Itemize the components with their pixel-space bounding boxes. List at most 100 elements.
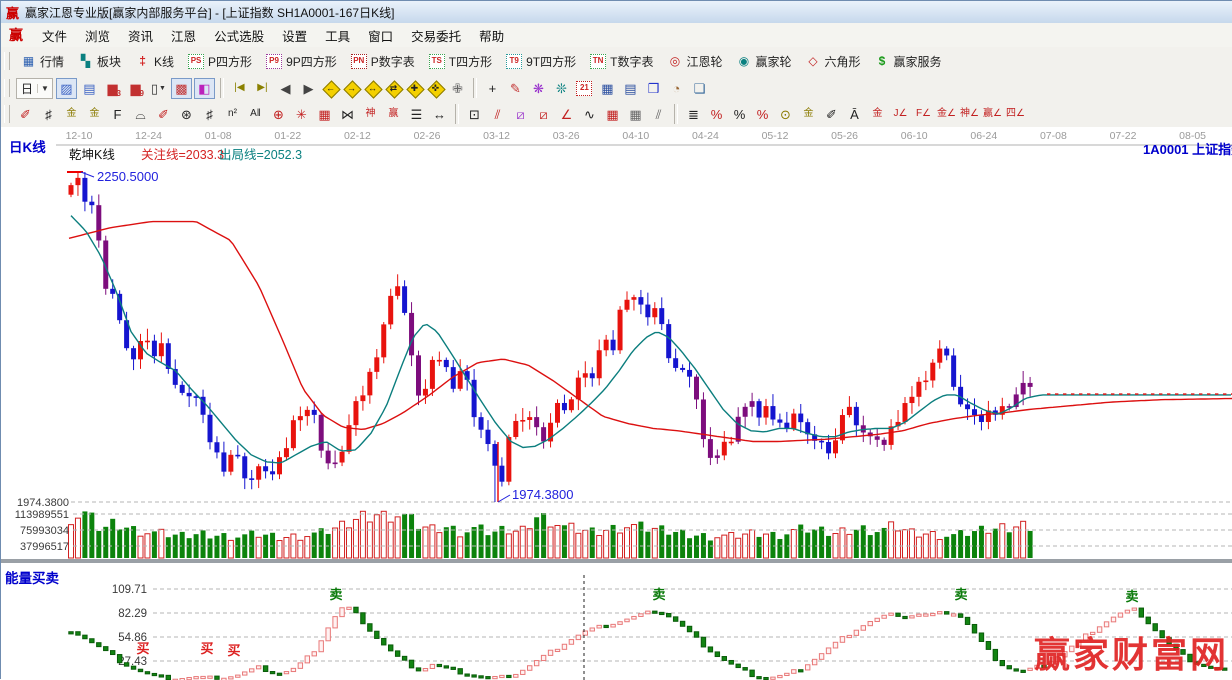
nav-pan-left-button[interactable]: ← — [322, 80, 339, 97]
nav-calculator-icon[interactable]: ▦ — [597, 78, 618, 99]
chart-area[interactable]: 12-1012-2401-0801-2202-1202-2603-1203-26… — [1, 127, 1232, 680]
toolbar-button-quotes[interactable]: ▦行情 — [14, 50, 71, 73]
draw-percent-icon[interactable]: % — [729, 104, 750, 125]
nav-compress-horizontal-button[interactable]: ⇄ — [385, 80, 402, 97]
projection-tick — [1223, 393, 1226, 395]
draw-grid-gray-icon[interactable]: ▦ — [625, 104, 646, 125]
draw-pen-2-icon[interactable]: ✐ — [153, 104, 174, 125]
menu-item-window[interactable]: 窗口 — [359, 27, 402, 47]
menu-item-trade[interactable]: 交易委托 — [402, 27, 470, 47]
draw-percent-line-red-icon[interactable]: % — [706, 104, 727, 125]
draw-hatch-tool-icon[interactable]: ⫽ — [648, 104, 669, 125]
nav-chart-style-icon[interactable]: ▨ — [56, 78, 77, 99]
draw-grid-red-icon[interactable]: ▦ — [602, 104, 623, 125]
nav-save-icon[interactable]: ❒ — [643, 78, 664, 99]
toolbar-button-p-number-table[interactable]: PNP数字表 — [344, 50, 422, 73]
draw-a-bar-icon[interactable]: Ā — [844, 104, 865, 125]
nav-zoom-all-button[interactable]: ✚ — [406, 80, 423, 97]
draw-gold-line-red-icon[interactable]: 金 — [867, 104, 888, 125]
draw-fan-purple-icon[interactable]: ⧄ — [510, 104, 531, 125]
toolbar-button-winner-wheel[interactable]: ◉赢家轮 — [729, 50, 798, 73]
nav-page-next-icon[interactable]: ▶ — [298, 78, 319, 99]
menu-item-tools[interactable]: 工具 — [316, 27, 359, 47]
date-tick: 06-24 — [970, 130, 997, 142]
period-selector[interactable]: 日▼ — [16, 78, 53, 99]
nav-web-purple-icon[interactable]: ❋ — [528, 78, 549, 99]
draw-ying-angle-icon[interactable]: 赢∠ — [982, 104, 1003, 125]
draw-circle-3-icon[interactable]: ⊛ — [176, 104, 197, 125]
nav-expand-horizontal-button[interactable]: ↔ — [364, 80, 381, 97]
menu-item-formula-picker[interactable]: 公式选股 — [205, 27, 273, 47]
menu-item-gann[interactable]: 江恩 — [162, 27, 205, 47]
toolbar-button-sectors[interactable]: ▚板块 — [71, 50, 128, 73]
draw-arc-tool-icon[interactable]: ⌓ — [130, 104, 151, 125]
draw-gold-ruler-1-icon[interactable]: 金 — [61, 104, 82, 125]
toolbar-button-winner-service[interactable]: $赢家服务 — [868, 50, 949, 73]
draw-n-square-icon[interactable]: n² — [222, 104, 243, 125]
nav-pointer-note-icon[interactable]: ✎ — [505, 78, 526, 99]
draw-pen-candle-icon[interactable]: ✐ — [821, 104, 842, 125]
draw-wave-tool-icon[interactable]: ∿ — [579, 104, 600, 125]
menu-item-browse[interactable]: 浏览 — [76, 27, 119, 47]
draw-width-tool-icon[interactable]: ↔ — [429, 104, 450, 125]
nav-fit-view-button[interactable]: ✜ — [427, 80, 444, 97]
draw-j-angle-icon[interactable]: J∠ — [890, 104, 911, 125]
menu-item-file[interactable]: 文件 — [33, 27, 76, 47]
draw-percent-line-2-icon[interactable]: % — [752, 104, 773, 125]
draw-gold-line-icon[interactable]: 金 — [798, 104, 819, 125]
nav-web-teal-icon[interactable]: ❊ — [551, 78, 572, 99]
nav-first-page-icon[interactable]: |◀ — [229, 78, 250, 99]
draw-a-mirror-icon[interactable]: A‖ — [245, 104, 266, 125]
draw-shen-angle-icon[interactable]: 神∠ — [959, 104, 980, 125]
draw-bars-tool-icon[interactable]: ≣ — [683, 104, 704, 125]
draw-box-tool-icon[interactable]: ⊡ — [464, 104, 485, 125]
draw-si-angle-icon[interactable]: 四∠ — [1005, 104, 1026, 125]
nav-histogram-icon[interactable]: ◧ — [194, 78, 215, 99]
toolbar-button-9p-square[interactable]: P99P四方形 — [259, 50, 344, 73]
menu-item-settings[interactable]: 设置 — [273, 27, 316, 47]
toolbar-button-gann-wheel[interactable]: ◎江恩轮 — [660, 50, 729, 73]
toolbar-button-hexagon[interactable]: ◇六角形 — [799, 50, 868, 73]
nav-page-prev-icon[interactable]: ◀ — [275, 78, 296, 99]
draw-gold-angle-icon[interactable]: 金∠ — [936, 104, 957, 125]
title-bar[interactable]: 赢 赢家江恩专业版[赢家内部服务平台] - [上证指数 SH1A0001-167… — [1, 1, 1232, 24]
toolbar-button-9t-square[interactable]: T99T四方形 — [499, 50, 583, 73]
draw-angle-lines-icon[interactable]: ∠ — [556, 104, 577, 125]
nav-clock-sync-icon[interactable]: ◔ — [666, 78, 687, 99]
draw-fan-box-red-icon[interactable]: ⧄ — [533, 104, 554, 125]
nav-last-page-icon[interactable]: ▶| — [252, 78, 273, 99]
nav-wave-9-icon[interactable]: ▆9 — [125, 78, 146, 99]
draw-gann-ruler-icon[interactable]: ♯ — [38, 104, 59, 125]
nav-remote-pc-icon[interactable]: ❏ — [689, 78, 710, 99]
nav-calendar-icon[interactable]: 21 — [574, 78, 595, 99]
draw-ying-tool-icon[interactable]: 赢 — [383, 104, 404, 125]
draw-bracket-tool-icon[interactable]: ⋈ — [337, 104, 358, 125]
nav-notes-icon[interactable]: ▤ — [620, 78, 641, 99]
draw-pen-red-icon[interactable]: ✐ — [15, 104, 36, 125]
nav-wave-3-icon[interactable]: ▆3 — [102, 78, 123, 99]
draw-ruler-2-icon[interactable]: ♯ — [199, 104, 220, 125]
draw-shen-tool-icon[interactable]: 神 — [360, 104, 381, 125]
nav-candle-style-icon[interactable]: ▯▼ — [148, 78, 169, 99]
toolbar-button-t-number-table[interactable]: TNT数字表 — [583, 50, 660, 73]
draw-f-angle-icon[interactable]: F∠ — [913, 104, 934, 125]
draw-gold-ruler-2-icon[interactable]: 金 — [84, 104, 105, 125]
menu-item-news[interactable]: 资讯 — [119, 27, 162, 47]
menu-item-help[interactable]: 帮助 — [470, 27, 513, 47]
chart-canvas[interactable]: 12-1012-2401-0801-2202-1202-2603-1203-26… — [1, 127, 1232, 680]
nav-info-panel-icon[interactable]: ▤ — [79, 78, 100, 99]
nav-crosshair-icon[interactable]: + — [482, 78, 503, 99]
draw-ruler-123-icon[interactable]: ☰ — [406, 104, 427, 125]
draw-star-web-icon[interactable]: ✳ — [291, 104, 312, 125]
toolbar-button-p-square[interactable]: PSP四方形 — [181, 50, 259, 73]
nav-pan-right-button[interactable]: → — [343, 80, 360, 97]
draw-gold-circle-icon[interactable]: ⊙ — [775, 104, 796, 125]
draw-crosshair-red-icon[interactable]: ⊕ — [268, 104, 289, 125]
toolbar-button-t-square[interactable]: TST四方形 — [422, 50, 499, 73]
draw-fan-red-icon[interactable]: ⫽ — [487, 104, 508, 125]
draw-f-ruler-icon[interactable]: F — [107, 104, 128, 125]
nav-pattern-fill-icon[interactable]: ▩ — [171, 78, 192, 99]
toolbar-button-kline[interactable]: ‡K线 — [128, 50, 181, 73]
nav-hand-tool-icon[interactable]: ✙ — [447, 78, 468, 99]
draw-grid-web-icon[interactable]: ▦ — [314, 104, 335, 125]
